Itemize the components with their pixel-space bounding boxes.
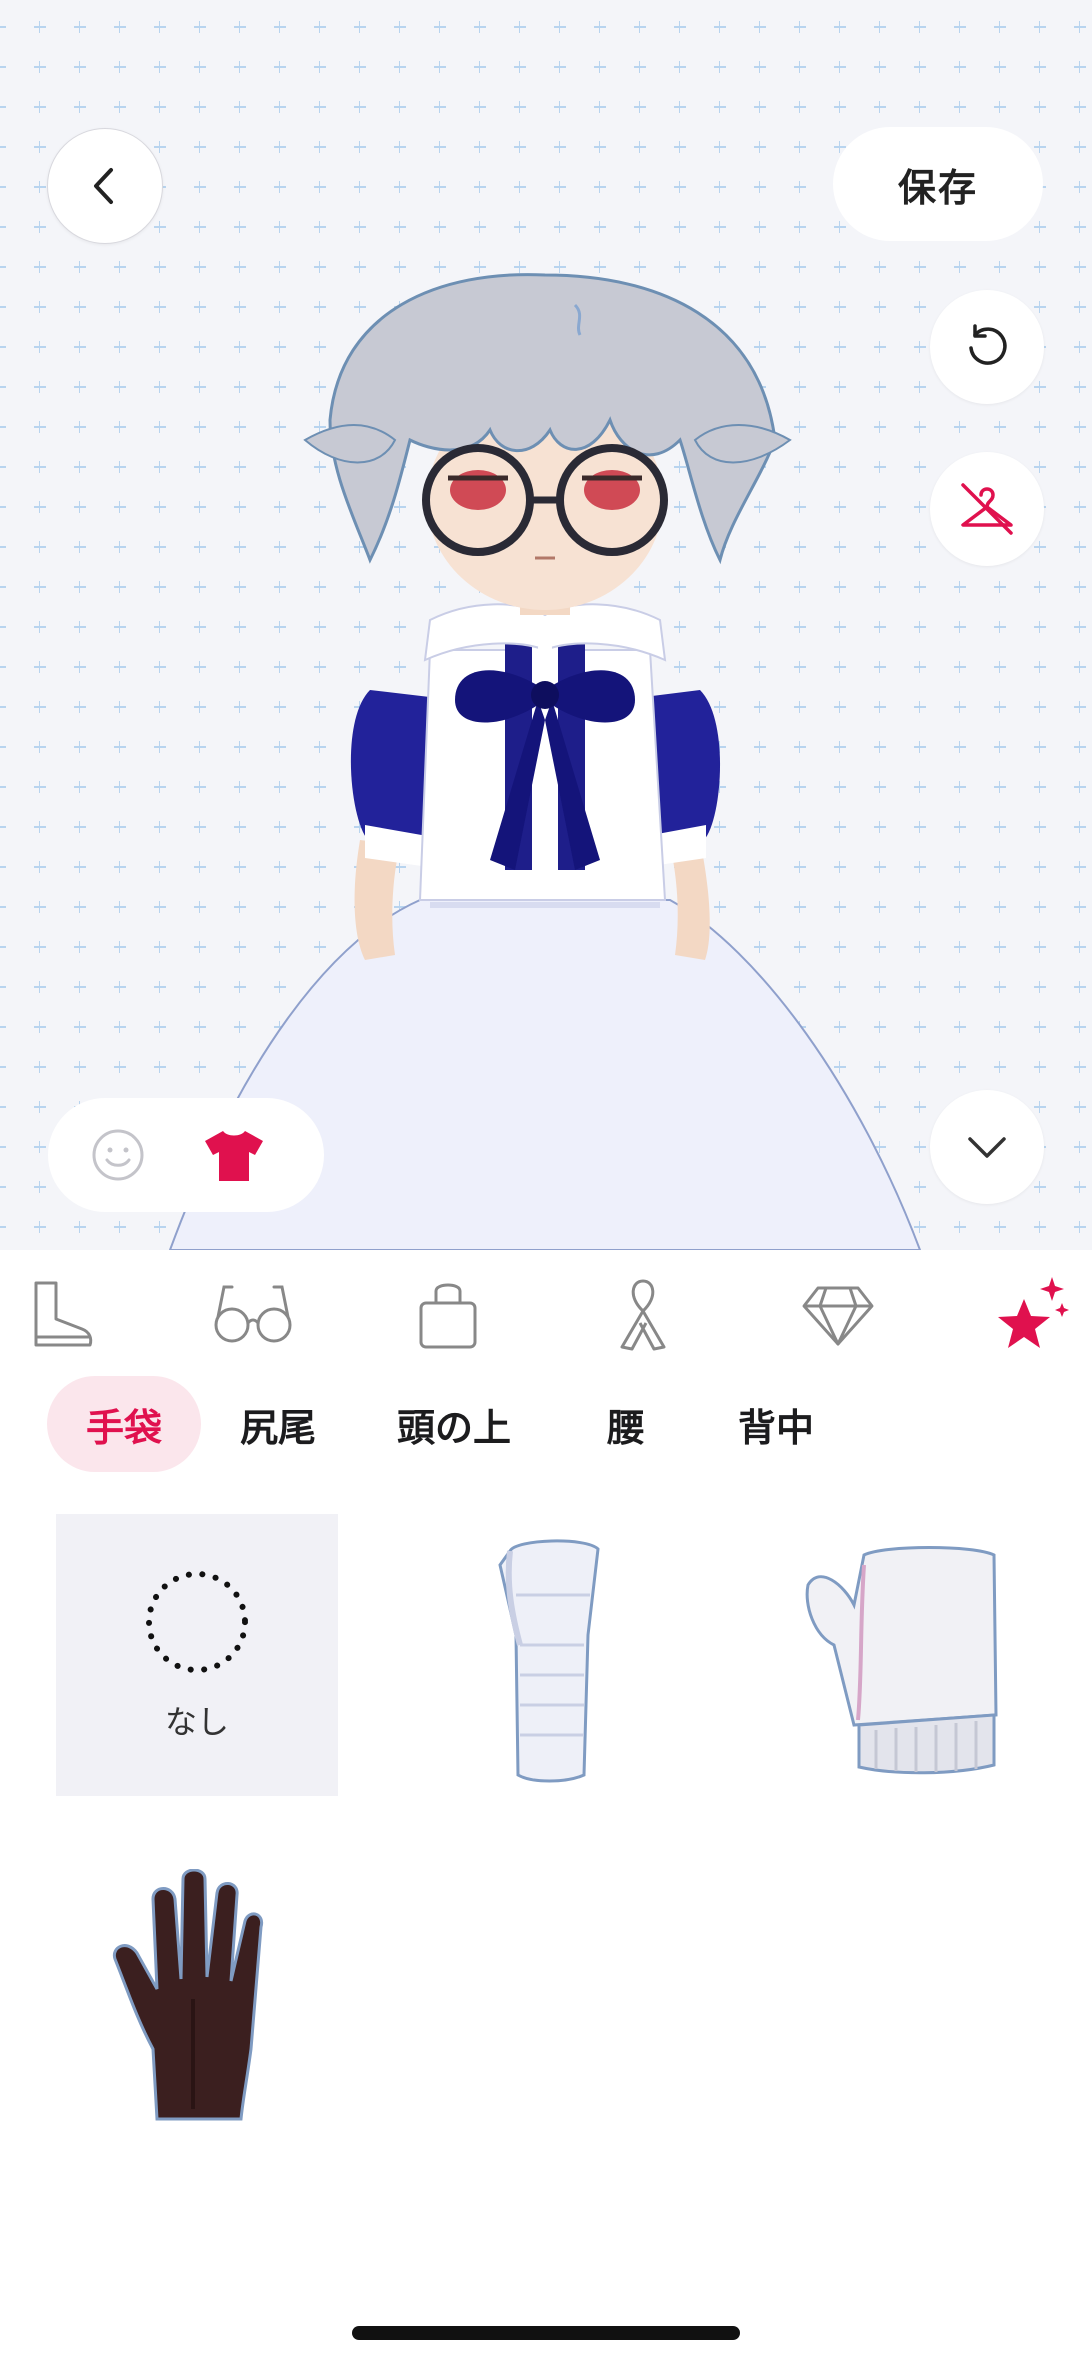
category-bar xyxy=(0,1255,1092,1375)
item-white-arm-sleeve[interactable] xyxy=(410,1514,692,1796)
chevron-down-icon xyxy=(968,1137,1006,1158)
arm-sleeve-image xyxy=(498,1539,600,1783)
category-bags[interactable] xyxy=(388,1255,508,1375)
bag-icon xyxy=(419,1283,477,1349)
category-shoes[interactable] xyxy=(0,1255,120,1375)
fur-mitten-image xyxy=(805,1546,998,1775)
collapse-button[interactable] xyxy=(930,1090,1044,1204)
outfit-mode-button[interactable] xyxy=(176,1098,292,1212)
item-none[interactable]: なし xyxy=(56,1514,338,1796)
reset-button[interactable] xyxy=(930,290,1044,404)
subtab-gloves[interactable]: 手袋 xyxy=(47,1376,201,1472)
item-dark-glove[interactable] xyxy=(56,1858,338,2140)
category-glasses[interactable] xyxy=(193,1255,313,1375)
subtab-tail[interactable]: 尻尾 xyxy=(216,1376,340,1472)
sparkle-star-icon xyxy=(998,1277,1069,1348)
ribbon-icon xyxy=(620,1279,666,1351)
subtab-head-top[interactable]: 頭の上 xyxy=(372,1376,536,1472)
smile-icon xyxy=(92,1129,144,1181)
face-mode-button[interactable] xyxy=(60,1098,176,1212)
mode-toggle xyxy=(48,1098,324,1212)
subtab-back[interactable]: 背中 xyxy=(714,1376,838,1472)
home-indicator xyxy=(352,2326,740,2340)
back-button[interactable] xyxy=(47,128,163,244)
tshirt-icon xyxy=(205,1131,263,1181)
diamond-icon xyxy=(802,1286,874,1346)
category-special[interactable] xyxy=(972,1255,1092,1375)
glasses-icon xyxy=(214,1285,292,1343)
chevron-left-icon xyxy=(94,168,113,204)
avatar-preview[interactable]: 保存 xyxy=(0,0,1092,1250)
category-jewelry[interactable] xyxy=(778,1255,898,1375)
empty-dotted-circle-icon xyxy=(146,1571,248,1673)
boot-icon xyxy=(34,1281,93,1347)
save-button[interactable]: 保存 xyxy=(833,127,1043,241)
subtab-waist[interactable]: 腰 xyxy=(584,1376,668,1472)
hanger-off-icon xyxy=(961,483,1013,535)
dark-glove-image xyxy=(112,1869,264,2121)
item-none-label: なし xyxy=(164,1703,229,1741)
category-ribbons[interactable] xyxy=(583,1255,703,1375)
item-white-fur-mitten[interactable] xyxy=(758,1514,1040,1796)
undo-icon xyxy=(969,324,1007,365)
hide-outfit-button[interactable] xyxy=(930,452,1044,566)
